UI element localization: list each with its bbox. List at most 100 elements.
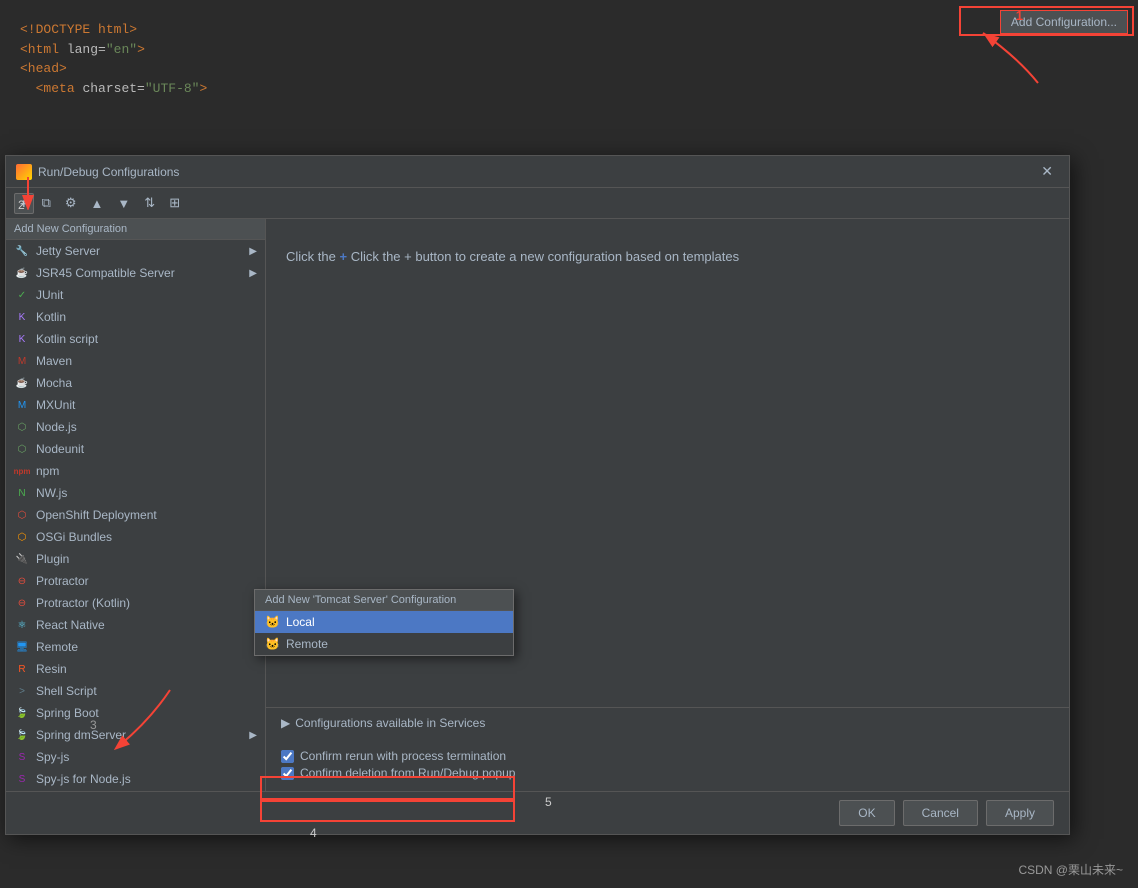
deletion-checkbox[interactable] (281, 767, 294, 780)
add-new-menu: Add New Configuration 🔧 Jetty Server ▶ ☕… (6, 219, 265, 791)
dialog-footer: OK Cancel Apply (6, 791, 1069, 834)
spy-js-node-label: Spy-js for Node.js (36, 772, 131, 786)
maven-icon: M (14, 353, 30, 369)
menu-item-testng[interactable]: NG TestNG (6, 790, 265, 791)
kotlin-icon: K (14, 309, 30, 325)
menu-item-mocha[interactable]: ☕ Mocha (6, 372, 265, 394)
filter-button[interactable]: ⊞ (163, 192, 186, 214)
dialog-close-button[interactable]: ✕ (1035, 161, 1059, 182)
jsr-label: JSR45 Compatible Server (36, 266, 175, 280)
menu-item-shell-script[interactable]: > Shell Script (6, 680, 265, 702)
menu-item-jetty[interactable]: 🔧 Jetty Server ▶ (6, 240, 265, 262)
nodeunit-icon: ⬡ (14, 441, 30, 457)
apply-button[interactable]: Apply (986, 800, 1054, 826)
spring-dm-arrow: ▶ (249, 730, 257, 741)
jetty-arrow: ▶ (249, 246, 257, 257)
jsr-icon: ☕ (14, 265, 30, 281)
resin-label: Resin (36, 662, 67, 676)
kotlin-label: Kotlin (36, 310, 66, 324)
rerun-checkbox[interactable] (281, 750, 294, 763)
menu-item-remote[interactable]: 🖥 Remote (6, 636, 265, 658)
nodeunit-label: Nodeunit (36, 442, 84, 456)
badge-3: 3 (90, 718, 97, 732)
spy-js-node-icon: S (14, 771, 30, 787)
move-up-button[interactable]: ▲ (85, 193, 110, 214)
checkboxes-section: Confirm rerun with process termination C… (266, 738, 1069, 791)
nwjs-icon: N (14, 485, 30, 501)
nodejs-icon: ⬡ (14, 419, 30, 435)
protractor-label: Protractor (36, 574, 89, 588)
settings-button[interactable]: ⚙ (59, 192, 83, 214)
right-panel: Click the + Click the + button to create… (266, 219, 1069, 791)
menu-item-resin[interactable]: R Resin (6, 658, 265, 680)
remote-label: Remote (36, 640, 78, 654)
dialog-body: Add New Configuration 🔧 Jetty Server ▶ ☕… (6, 219, 1069, 791)
sort-button[interactable]: ⇅ (138, 192, 161, 214)
checkbox-deletion-row: Confirm deletion from Run/Debug popup (281, 766, 1054, 780)
mocha-label: Mocha (36, 376, 72, 390)
shell-script-label: Shell Script (36, 684, 97, 698)
submenu-remote[interactable]: 🐱 Remote (255, 633, 513, 655)
menu-item-plugin[interactable]: 🔌 Plugin (6, 548, 265, 570)
menu-item-maven[interactable]: M Maven (6, 350, 265, 372)
dialog-toolbar: + ⧉ ⚙ ▲ ▼ ⇅ ⊞ (6, 188, 1069, 219)
menu-item-spy-js[interactable]: S Spy-js (6, 746, 265, 768)
annotation-1: 1 (1016, 8, 1023, 23)
menu-item-nwjs[interactable]: N NW.js (6, 482, 265, 504)
dialog-title-text: Run/Debug Configurations (38, 165, 179, 179)
osgi-label: OSGi Bundles (36, 530, 112, 544)
configs-section: ▶ Configurations available in Services (266, 707, 1069, 738)
menu-item-kotlin-script[interactable]: K Kotlin script (6, 328, 265, 350)
menu-item-npm[interactable]: npm npm (6, 460, 265, 482)
spy-js-icon: S (14, 749, 30, 765)
remote-sub-icon: 🐱 (265, 637, 280, 651)
local-label: Local (286, 615, 315, 629)
npm-label: npm (36, 464, 59, 478)
configs-section-label: Configurations available in Services (295, 716, 485, 730)
kotlin-script-label: Kotlin script (36, 332, 98, 346)
menu-item-protractor-kotlin[interactable]: ⊖ Protractor (Kotlin) (6, 592, 265, 614)
dialog-title: Run/Debug Configurations (16, 164, 179, 180)
spring-dm-icon: 🍃 (14, 727, 30, 743)
openshift-label: OpenShift Deployment (36, 508, 157, 522)
rerun-label: Confirm rerun with process termination (300, 749, 506, 763)
npm-icon: npm (14, 463, 30, 479)
menu-item-spring-dm[interactable]: 🍃 Spring dmServer ▶ (6, 724, 265, 746)
openshift-icon: ⬡ (14, 507, 30, 523)
menu-item-openshift[interactable]: ⬡ OpenShift Deployment (6, 504, 265, 526)
code-line-4: <meta charset="UTF-8"> (20, 79, 1118, 99)
copy-config-button[interactable]: ⧉ (36, 192, 57, 214)
watermark: CSDN @栗山未来~ (1018, 861, 1123, 878)
code-line-1: <!DOCTYPE html> (20, 20, 1118, 40)
configs-section-header[interactable]: ▶ Configurations available in Services (281, 716, 1054, 730)
code-line-3: <head> (20, 59, 1118, 79)
menu-item-spring-boot[interactable]: 🍃 Spring Boot (6, 702, 265, 724)
run-debug-dialog: Run/Debug Configurations ✕ + ⧉ ⚙ ▲ ▼ ⇅ ⊞… (5, 155, 1070, 835)
osgi-icon: ⬡ (14, 529, 30, 545)
menu-item-react-native[interactable]: ⚛ React Native (6, 614, 265, 636)
menu-item-jsr45[interactable]: ☕ JSR45 Compatible Server ▶ (6, 262, 265, 284)
config-list-panel[interactable]: Add New Configuration 🔧 Jetty Server ▶ ☕… (6, 219, 266, 791)
junit-icon: ✓ (14, 287, 30, 303)
menu-item-junit[interactable]: ✓ JUnit (6, 284, 265, 306)
plugin-label: Plugin (36, 552, 69, 566)
remote-sub-label: Remote (286, 637, 328, 651)
menu-item-nodejs[interactable]: ⬡ Node.js (6, 416, 265, 438)
spring-boot-icon: 🍃 (14, 705, 30, 721)
shell-icon: > (14, 683, 30, 699)
menu-item-nodeunit[interactable]: ⬡ Nodeunit (6, 438, 265, 460)
menu-item-protractor[interactable]: ⊖ Protractor (6, 570, 265, 592)
menu-item-kotlin[interactable]: K Kotlin (6, 306, 265, 328)
move-down-button[interactable]: ▼ (111, 193, 136, 214)
cancel-button[interactable]: Cancel (903, 800, 978, 826)
menu-item-mxunit[interactable]: M MXUnit (6, 394, 265, 416)
menu-item-osgi[interactable]: ⬡ OSGi Bundles (6, 526, 265, 548)
spring-dm-label: Spring dmServer (36, 728, 126, 742)
resin-icon: R (14, 661, 30, 677)
menu-item-spy-js-node[interactable]: S Spy-js for Node.js (6, 768, 265, 790)
menu-header: Add New Configuration (6, 219, 265, 240)
submenu-header: Add New 'Tomcat Server' Configuration (255, 590, 513, 611)
submenu-local[interactable]: 🐱 Local (255, 611, 513, 633)
jsr-arrow: ▶ (249, 268, 257, 279)
ok-button[interactable]: OK (839, 800, 894, 826)
